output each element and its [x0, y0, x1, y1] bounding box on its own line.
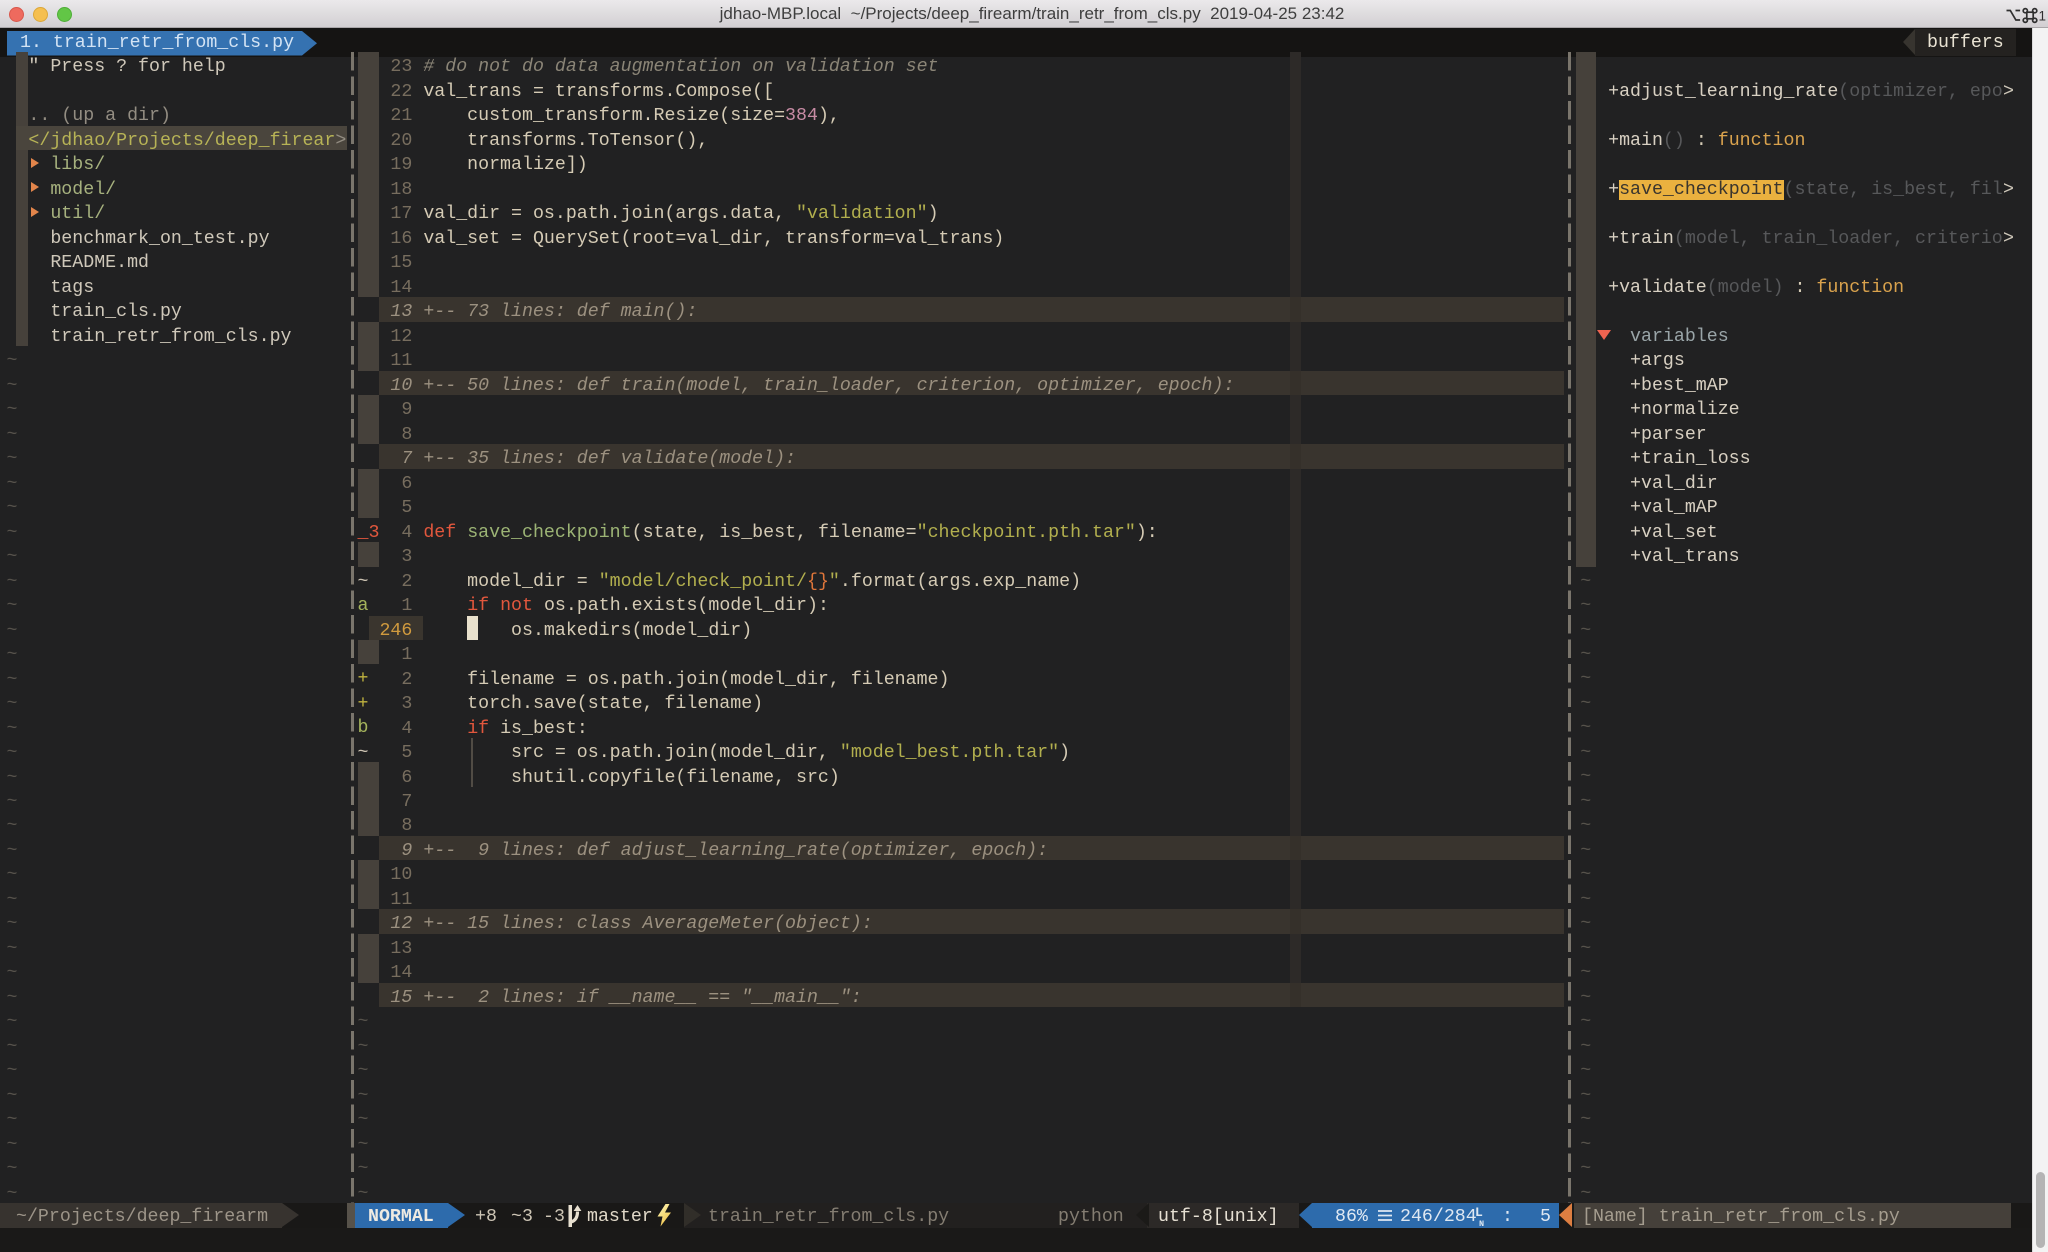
svg-text:1: 1 [2039, 9, 2047, 24]
